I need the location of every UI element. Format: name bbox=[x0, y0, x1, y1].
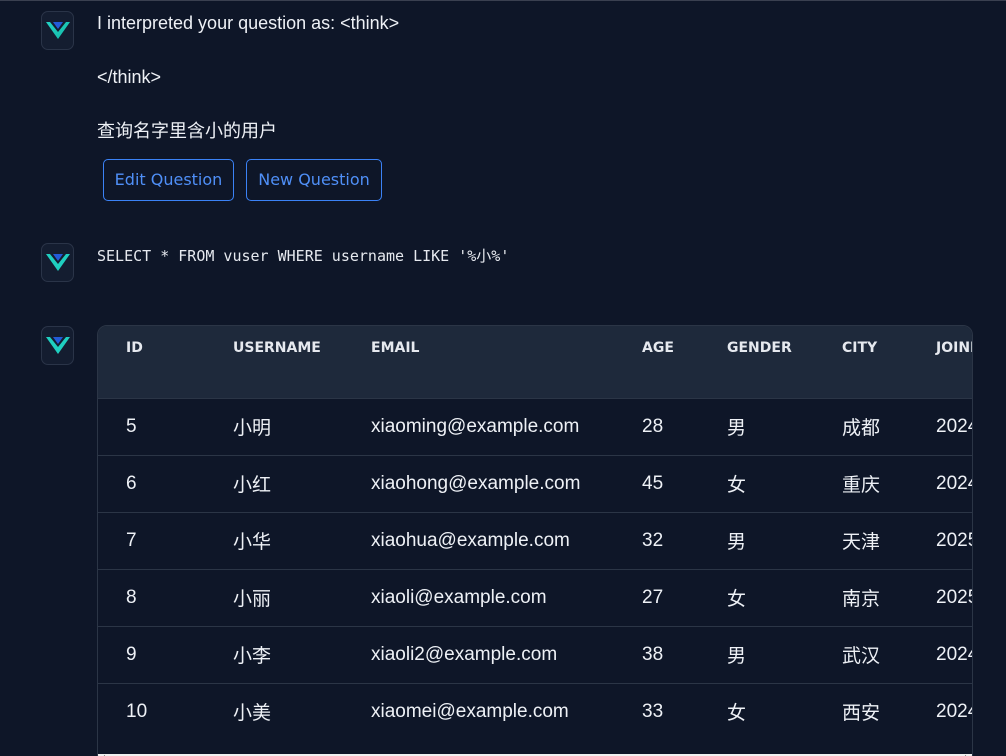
cell-age: 33 bbox=[642, 700, 664, 722]
cell-username: 小明 bbox=[233, 418, 272, 439]
cell-city: 武汉 bbox=[842, 646, 881, 667]
column-header-username: USERNAME bbox=[233, 340, 321, 356]
interpreted-line: I interpreted your question as: <think> bbox=[97, 13, 400, 33]
cell-gender: 女 bbox=[727, 589, 747, 610]
question-text: 查询名字里含小的用户 bbox=[97, 121, 277, 141]
column-header-city: CITY bbox=[842, 340, 878, 356]
cell-id: 9 bbox=[126, 643, 137, 665]
cell-age: 45 bbox=[642, 472, 664, 494]
cell-id: 7 bbox=[126, 529, 137, 551]
cell-email: xiaohua@example.com bbox=[371, 529, 570, 551]
cell-joindate: 2024-08- bbox=[936, 700, 972, 722]
cell-email: xiaohong@example.com bbox=[371, 472, 581, 494]
new-question-button[interactable]: New Question bbox=[246, 159, 382, 201]
cell-gender: 女 bbox=[727, 475, 747, 496]
cell-age: 27 bbox=[642, 586, 664, 608]
table-row: 9 小李 xiaoli2@example.com 38 男 武汉 2024-07… bbox=[98, 626, 972, 683]
cell-age: 38 bbox=[642, 643, 664, 665]
cell-city: 重庆 bbox=[842, 475, 881, 496]
cell-email: xiaomei@example.com bbox=[371, 700, 569, 722]
table-row: 5 小明 xiaoming@example.com 28 男 成都 2024-1… bbox=[98, 398, 972, 455]
table-row: 7 小华 xiaohua@example.com 32 男 天津 2025-05… bbox=[98, 512, 972, 569]
cell-id: 10 bbox=[126, 700, 148, 722]
cell-username: 小红 bbox=[233, 475, 272, 496]
think-close-line: </think> bbox=[97, 67, 162, 87]
table-row: 8 小丽 xiaoli@example.com 27 女 南京 2025-03- bbox=[98, 569, 972, 626]
cell-id: 5 bbox=[126, 415, 137, 437]
cell-id: 8 bbox=[126, 586, 137, 608]
cell-joindate: 2024-07- bbox=[936, 643, 972, 665]
cell-city: 西安 bbox=[842, 703, 881, 725]
assistant-avatar bbox=[41, 326, 74, 365]
cell-username: 小李 bbox=[233, 646, 272, 667]
column-header-age: AGE bbox=[642, 340, 674, 356]
cell-city: 南京 bbox=[842, 589, 881, 610]
cell-age: 32 bbox=[642, 529, 664, 551]
column-header-id: ID bbox=[126, 340, 143, 356]
column-header-gender: GENDER bbox=[727, 340, 792, 356]
cell-username: 小美 bbox=[233, 703, 272, 725]
cell-username: 小丽 bbox=[233, 589, 272, 610]
table-row: 6 小红 xiaohong@example.com 45 女 重庆 2024-1… bbox=[98, 455, 972, 512]
cell-city: 成都 bbox=[842, 418, 881, 439]
edit-question-button[interactable]: Edit Question bbox=[103, 159, 234, 201]
results-table: ID USERNAME EMAIL AGE GENDER CITY JOINDA… bbox=[98, 326, 972, 740]
assistant-avatar bbox=[41, 11, 74, 50]
cell-joindate: 2024-10- bbox=[936, 472, 972, 494]
cell-gender: 男 bbox=[727, 418, 747, 439]
cell-email: xiaoming@example.com bbox=[371, 415, 580, 437]
results-table-container[interactable]: ID USERNAME EMAIL AGE GENDER CITY JOINDA… bbox=[97, 325, 973, 756]
logo-icon bbox=[45, 254, 70, 271]
cell-id: 6 bbox=[126, 472, 137, 494]
cell-gender: 女 bbox=[727, 703, 747, 725]
logo-icon bbox=[45, 337, 70, 354]
sql-query: SELECT * FROM vuser WHERE username LIKE … bbox=[97, 247, 510, 265]
cell-username: 小华 bbox=[233, 532, 272, 553]
cell-gender: 男 bbox=[727, 646, 747, 667]
cell-city: 天津 bbox=[842, 532, 881, 553]
cell-joindate: 2025-03- bbox=[936, 586, 972, 608]
cell-gender: 男 bbox=[727, 532, 747, 553]
column-header-email: EMAIL bbox=[371, 340, 420, 356]
cell-email: xiaoli@example.com bbox=[371, 586, 547, 608]
chat-page: I interpreted your question as: <think> … bbox=[0, 0, 1006, 756]
table-row: 10 小美 xiaomei@example.com 33 女 西安 2024-0… bbox=[98, 683, 972, 740]
cell-joindate: 2024-10- bbox=[936, 415, 972, 437]
column-header-joindate: JOINDATE bbox=[936, 340, 972, 356]
logo-icon bbox=[45, 22, 70, 39]
cell-joindate: 2025-05- bbox=[936, 529, 972, 551]
table-header-row: ID USERNAME EMAIL AGE GENDER CITY JOINDA… bbox=[98, 326, 972, 398]
cell-email: xiaoli2@example.com bbox=[371, 643, 558, 665]
cell-age: 28 bbox=[642, 415, 664, 437]
assistant-avatar bbox=[41, 243, 74, 282]
